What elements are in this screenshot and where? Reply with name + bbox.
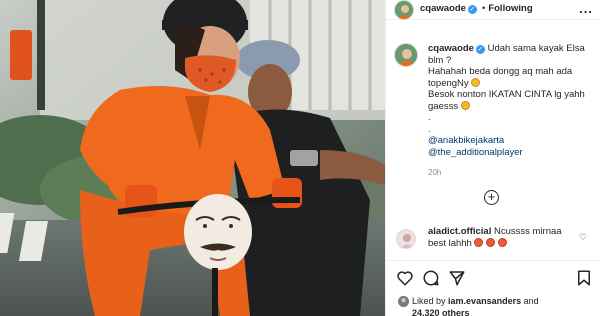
verified-icon: ✓	[475, 45, 485, 54]
caption-username[interactable]: cqawaode	[428, 43, 474, 54]
comment-icon[interactable]	[422, 269, 440, 287]
verified-icon: ✓	[467, 5, 477, 14]
comment-text: aladict.official Ncussss mirnaa best lah…	[428, 226, 578, 249]
liker-username[interactable]: iam.evansanders	[448, 296, 521, 306]
caption-text: cqawaode ✓ Udah sama kayak Elsa blm ? Hah…	[428, 43, 593, 158]
post-photo[interactable]	[0, 0, 385, 316]
mention-link[interactable]: @the_additionalplayer	[428, 147, 593, 159]
heart-icon[interactable]	[396, 269, 414, 287]
author-username[interactable]: cqawaode ✓	[420, 3, 477, 14]
pouting-emoji-icon	[497, 237, 507, 247]
caption-line-2: Hahahah beda dongg aq mah ada topengNy	[428, 66, 573, 89]
likes-count[interactable]: 24,320 others	[412, 308, 470, 316]
share-icon[interactable]	[448, 269, 466, 287]
post-side-panel: cqawaode ✓ • Following ... cqawaode ✓ Udah …	[385, 0, 600, 316]
commenter-username[interactable]: aladict.official	[428, 226, 491, 237]
mention-link[interactable]: @anakbikejakarta	[428, 135, 593, 147]
likes-prefix: Liked by	[412, 296, 446, 306]
pouting-emoji-icon	[486, 237, 496, 247]
post-actions: Liked by iam.evansanders and 24,320 othe…	[386, 260, 600, 316]
bookmark-icon[interactable]	[575, 269, 593, 287]
grin-emoji-icon	[471, 77, 481, 87]
caption-line-3: Besok nonton IKATAN CINTA lg yahh gaesss	[428, 89, 585, 112]
following-button[interactable]: Following	[488, 3, 532, 14]
post-header: cqawaode ✓ • Following ...	[386, 0, 600, 20]
caption-avatar[interactable]	[394, 43, 418, 67]
laugh-emoji-icon	[460, 100, 470, 110]
post-time[interactable]: 20h	[428, 168, 441, 177]
more-options-icon[interactable]: ...	[579, 1, 593, 16]
caption-line-5: .	[428, 123, 431, 135]
load-more-comments-button[interactable]: +	[484, 190, 499, 205]
commenter-avatar[interactable]	[396, 229, 416, 249]
likes-and: and	[523, 296, 539, 306]
author-avatar[interactable]	[394, 0, 414, 20]
pouting-emoji-icon	[474, 237, 484, 247]
photo-illustration	[0, 0, 385, 316]
liker-avatar[interactable]	[398, 296, 409, 307]
follow-status[interactable]: • Following	[482, 3, 533, 14]
comment-like-icon[interactable]: ♡	[579, 232, 587, 243]
caption-line-4: .	[428, 112, 431, 123]
separator-dot: •	[482, 3, 486, 14]
